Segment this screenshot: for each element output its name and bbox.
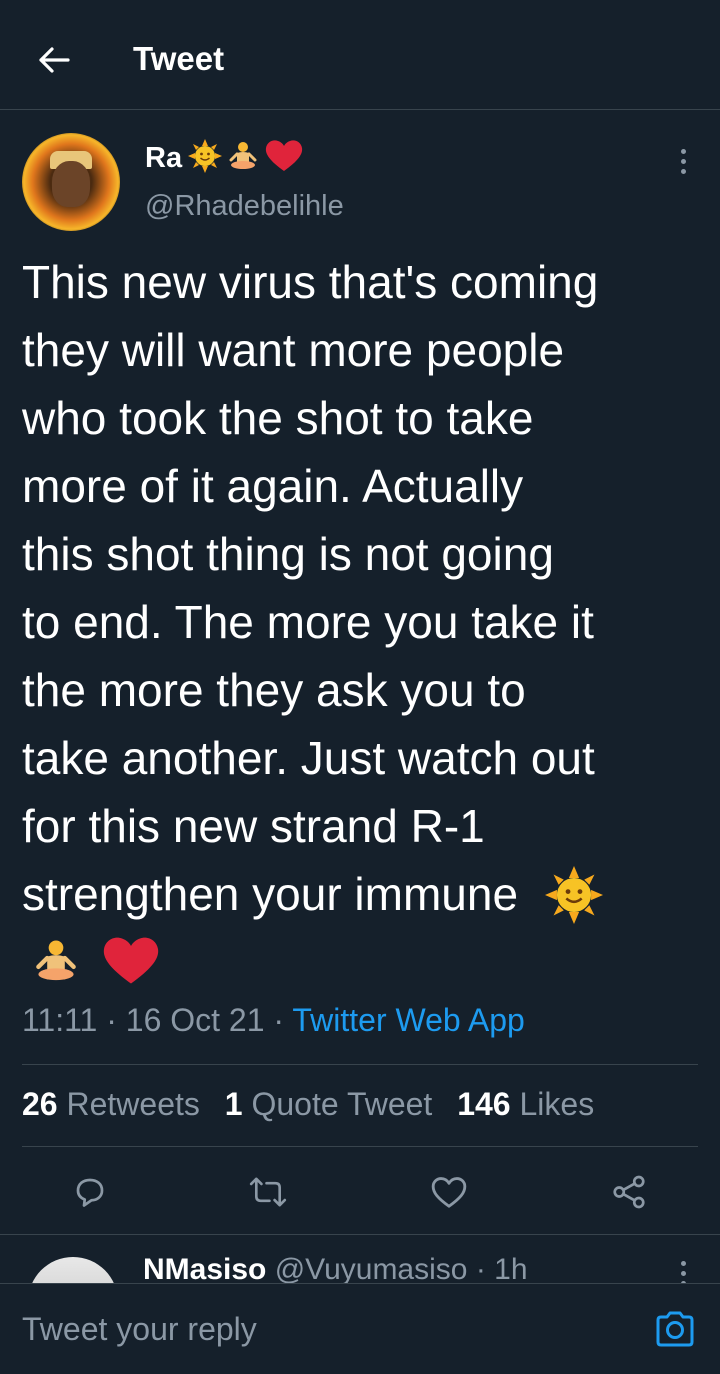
reply-header: NMasiso @Vuyumasiso · 1h <box>143 1253 528 1284</box>
reply-author-handle[interactable]: @Vuyumasiso <box>275 1253 468 1284</box>
author-handle[interactable]: @Rhadebelihle <box>145 190 344 223</box>
share-icon[interactable] <box>609 1172 649 1212</box>
divider <box>22 1146 698 1147</box>
page-title: Tweet <box>133 40 225 77</box>
author-avatar[interactable] <box>22 133 120 231</box>
tweet-text-line: to end. The more you take it <box>22 596 594 648</box>
camera-icon[interactable] <box>654 1310 696 1348</box>
tweet-date: 16 Oct 21 <box>125 1002 265 1038</box>
tweet-stats: 26 Retweets 1 Quote Tweet 146 Likes <box>22 1086 594 1123</box>
reply-more-options-icon[interactable] <box>668 1261 698 1284</box>
person-in-lotus-position-icon <box>34 936 78 1004</box>
tweet-time: 11:11 <box>22 1002 98 1038</box>
likes-stat[interactable]: 146 Likes <box>457 1086 594 1122</box>
top-bar: Tweet <box>0 0 720 110</box>
tweet-text-line: for this new strand R-1 <box>22 800 485 852</box>
red-heart-icon <box>264 139 304 178</box>
like-icon[interactable] <box>429 1172 469 1212</box>
tweet-text-line: this shot thing is not going <box>22 528 554 580</box>
divider <box>22 1064 698 1065</box>
tweet-text-line: strengthen your immune <box>22 868 519 920</box>
reply-icon[interactable] <box>70 1172 110 1212</box>
reply-composer <box>0 1283 720 1374</box>
reply-preview[interactable]: NMasiso @Vuyumasiso · 1h <box>0 1234 720 1284</box>
reply-author-name[interactable]: NMasiso <box>143 1253 266 1284</box>
tweet-text-line: the more they ask you to <box>22 664 526 716</box>
tweet-text-line-last: strengthen your immune <box>22 860 702 928</box>
retweet-icon[interactable] <box>248 1172 288 1212</box>
author-name[interactable]: Ra <box>145 142 182 175</box>
reply-avatar[interactable] <box>28 1257 118 1284</box>
tweet-meta: 11:11 · 16 Oct 21 · Twitter Web App <box>22 1002 525 1038</box>
tweet-text-line: they will want more people <box>22 324 565 376</box>
tweet-actions <box>0 1160 720 1222</box>
tweet-text-line: who took the shot to take <box>22 392 534 444</box>
tweet-emoji-line <box>22 928 702 996</box>
red-heart-icon <box>101 935 161 1005</box>
tweet-text-line: more of it again. Actually <box>22 460 524 512</box>
author-name-row[interactable]: Ra <box>145 138 304 178</box>
tweet-text-line: This new virus that's coming <box>22 256 599 308</box>
sun-face-icon <box>188 138 223 178</box>
more-options-icon[interactable] <box>668 146 698 176</box>
quote-tweets-stat[interactable]: 1 Quote Tweet <box>225 1086 433 1122</box>
sun-face-icon <box>544 864 603 932</box>
retweets-stat[interactable]: 26 Retweets <box>22 1086 200 1122</box>
person-in-lotus-position-icon <box>228 140 258 177</box>
back-arrow-icon[interactable] <box>34 40 74 80</box>
reply-input[interactable] <box>0 1284 640 1374</box>
tweet-text: This new virus that's coming they will w… <box>22 248 702 996</box>
tweet-source-link[interactable]: Twitter Web App <box>292 1002 524 1038</box>
reply-time: 1h <box>494 1253 528 1284</box>
tweet-text-line: take another. Just watch out <box>22 732 595 784</box>
